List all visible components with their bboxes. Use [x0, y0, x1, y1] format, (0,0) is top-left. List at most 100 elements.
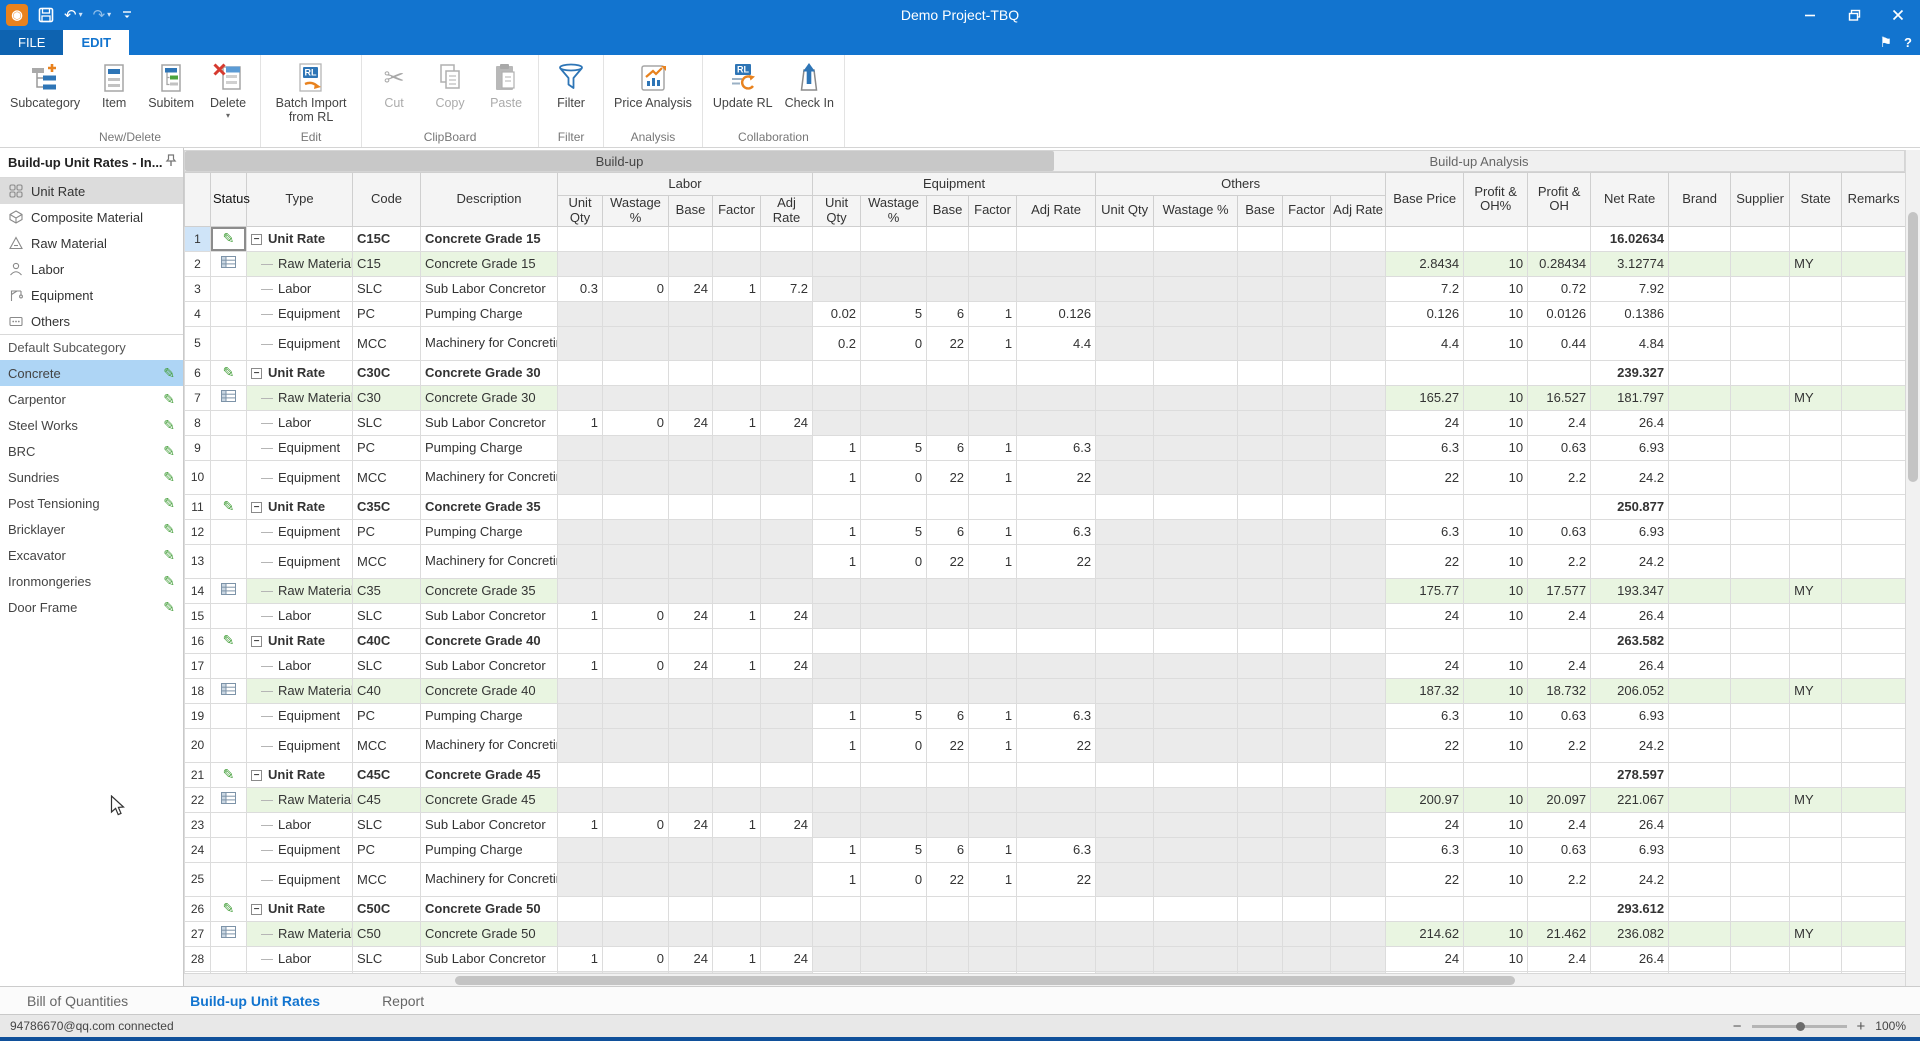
labor-base-cell[interactable]	[669, 519, 713, 544]
type-cell[interactable]: Raw Material	[247, 787, 353, 812]
equip-adj-rate-cell[interactable]: 6.3	[1017, 837, 1096, 862]
group-header-labor[interactable]: Labor	[558, 173, 813, 196]
labor-adj-rate-cell[interactable]	[761, 762, 813, 787]
labor-base-cell[interactable]	[669, 728, 713, 762]
labor-base-cell[interactable]: 24	[669, 946, 713, 971]
base-price-cell[interactable]: 6.3	[1386, 435, 1464, 460]
profit-oh-pct-cell[interactable]: 10	[1464, 728, 1528, 762]
profit-oh-cell[interactable]: 2.2	[1528, 544, 1591, 578]
others-base-cell[interactable]	[1238, 494, 1283, 519]
labor-wastage-cell[interactable]	[603, 678, 669, 703]
profit-oh-cell[interactable]: 2.4	[1528, 653, 1591, 678]
remarks-cell[interactable]	[1842, 326, 1905, 360]
labor-factor-cell[interactable]	[713, 360, 761, 385]
equip-factor-cell[interactable]	[969, 628, 1017, 653]
others-factor-cell[interactable]	[1283, 946, 1331, 971]
net-rate-cell[interactable]: 26.4	[1591, 410, 1669, 435]
code-cell[interactable]: C50C	[353, 896, 421, 921]
supplier-cell[interactable]	[1731, 226, 1790, 251]
others-factor-cell[interactable]	[1283, 301, 1331, 326]
remarks-cell[interactable]	[1842, 728, 1905, 762]
equip-factor-cell[interactable]: 1	[969, 728, 1017, 762]
equip-adj-rate-cell[interactable]	[1017, 653, 1096, 678]
equip-adj-rate-cell[interactable]	[1017, 410, 1096, 435]
net-rate-cell[interactable]: 181.797	[1591, 385, 1669, 410]
others-factor-cell[interactable]	[1283, 787, 1331, 812]
others-unit-qty-cell[interactable]	[1096, 301, 1154, 326]
equip-adj-rate-cell[interactable]	[1017, 628, 1096, 653]
others-adj-rate-cell[interactable]	[1331, 435, 1386, 460]
state-cell[interactable]	[1790, 460, 1842, 494]
collapse-icon[interactable]: −	[251, 234, 262, 245]
profit-oh-cell[interactable]	[1528, 494, 1591, 519]
labor-adj-rate-cell[interactable]: 7.2	[761, 276, 813, 301]
bookmark-icon[interactable]: ⚑	[1879, 34, 1892, 51]
labor-base-cell[interactable]	[669, 226, 713, 251]
others-adj-rate-cell[interactable]	[1331, 946, 1386, 971]
others-adj-rate-cell[interactable]	[1331, 603, 1386, 628]
labor-unit-qty-cell[interactable]: 1	[558, 653, 603, 678]
labor-factor-cell[interactable]	[713, 226, 761, 251]
subitem-button[interactable]: Subitem	[142, 57, 200, 110]
grid-row-11[interactable]: 11✎−Unit RateC35CConcrete Grade 35250.87…	[185, 494, 1906, 519]
description-cell[interactable]: Machinery for Concreting	[421, 460, 558, 494]
labor-unit-qty-cell[interactable]	[558, 494, 603, 519]
others-base-cell[interactable]	[1238, 703, 1283, 728]
labor-wastage-cell[interactable]	[603, 251, 669, 276]
batch-import-from-rl-button[interactable]: RLBatch Import from RL	[265, 57, 357, 125]
others-base-cell[interactable]	[1238, 410, 1283, 435]
equip-unit-qty-cell[interactable]: 0.2	[813, 326, 861, 360]
remarks-cell[interactable]	[1842, 837, 1905, 862]
equip-base-cell[interactable]: 6	[927, 703, 969, 728]
description-cell[interactable]: Concrete Grade 15	[421, 251, 558, 276]
others-wastage-cell[interactable]	[1154, 603, 1238, 628]
labor-adj-rate-cell[interactable]	[761, 251, 813, 276]
equip-wastage-cell[interactable]	[861, 578, 927, 603]
labor-factor-cell[interactable]	[713, 494, 761, 519]
row-number[interactable]: 8	[185, 410, 211, 435]
filter-button[interactable]: Filter	[543, 57, 599, 110]
supplier-cell[interactable]	[1731, 678, 1790, 703]
equip-unit-qty-cell[interactable]	[813, 360, 861, 385]
description-cell[interactable]: Machinery for Concreting	[421, 862, 558, 896]
others-adj-rate-cell[interactable]	[1331, 226, 1386, 251]
labor-adj-rate-cell[interactable]: 24	[761, 946, 813, 971]
labor-adj-rate-cell[interactable]	[761, 896, 813, 921]
equip-factor-cell[interactable]	[969, 226, 1017, 251]
remarks-cell[interactable]	[1842, 628, 1905, 653]
profit-oh-cell[interactable]: 2.2	[1528, 460, 1591, 494]
equip-base-cell[interactable]	[927, 385, 969, 410]
others-wastage-cell[interactable]	[1154, 787, 1238, 812]
profit-oh-pct-cell[interactable]: 10	[1464, 678, 1528, 703]
equip-unit-qty-cell[interactable]	[813, 787, 861, 812]
supplier-cell[interactable]	[1731, 703, 1790, 728]
profit-oh-cell[interactable]: 18.732	[1528, 678, 1591, 703]
labor-factor-cell[interactable]	[713, 519, 761, 544]
equip-factor-cell[interactable]	[969, 921, 1017, 946]
net-rate-cell[interactable]: 0.1386	[1591, 301, 1669, 326]
dropdown-caret-icon[interactable]: ▾	[226, 111, 230, 120]
others-wastage-cell[interactable]	[1154, 678, 1238, 703]
others-unit-qty-cell[interactable]	[1096, 703, 1154, 728]
type-cell[interactable]: Labor	[247, 946, 353, 971]
equip-factor-cell[interactable]: 1	[969, 301, 1017, 326]
labor-wastage-cell[interactable]	[603, 494, 669, 519]
profit-oh-pct-cell[interactable]: 10	[1464, 837, 1528, 862]
others-adj-rate-cell[interactable]	[1331, 703, 1386, 728]
column-header-labor-wastage-%[interactable]: Wastage %	[603, 196, 669, 227]
labor-unit-qty-cell[interactable]	[558, 360, 603, 385]
labor-unit-qty-cell[interactable]	[558, 787, 603, 812]
group-header-equipment[interactable]: Equipment	[813, 173, 1096, 196]
supplier-cell[interactable]	[1731, 862, 1790, 896]
type-cell[interactable]: Equipment	[247, 326, 353, 360]
description-cell[interactable]: Concrete Grade 40	[421, 678, 558, 703]
brand-cell[interactable]	[1669, 385, 1731, 410]
profit-oh-cell[interactable]: 0.63	[1528, 703, 1591, 728]
brand-cell[interactable]	[1669, 519, 1731, 544]
labor-factor-cell[interactable]	[713, 703, 761, 728]
labor-wastage-cell[interactable]	[603, 544, 669, 578]
restore-button[interactable]	[1832, 0, 1876, 30]
profit-oh-pct-cell[interactable]	[1464, 360, 1528, 385]
edit-pencil-icon[interactable]: ✎	[163, 470, 175, 484]
code-cell[interactable]: MCC	[353, 862, 421, 896]
